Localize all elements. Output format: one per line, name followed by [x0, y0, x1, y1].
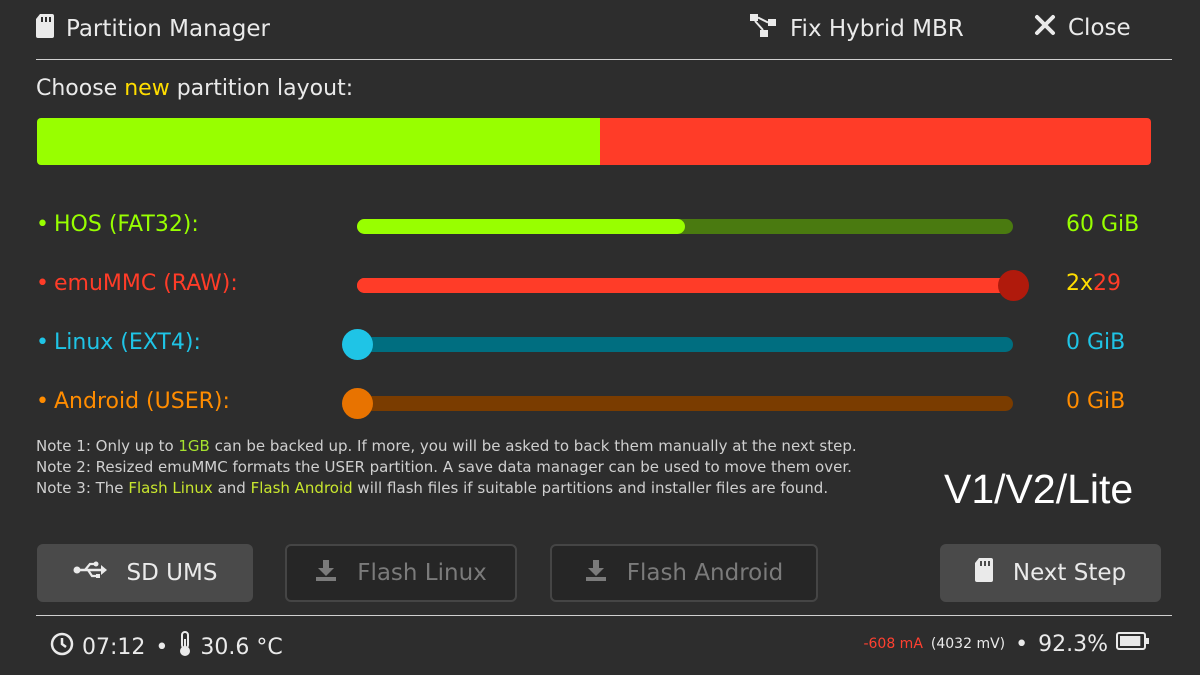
hierarchy-icon: [750, 14, 778, 44]
emummc-slider-fill: [357, 278, 1013, 293]
note-1-highlight: 1GB: [178, 437, 210, 455]
fix-hybrid-mbr-label: Fix Hybrid MBR: [790, 16, 964, 42]
partition-label-android: • Android (USER):: [36, 389, 230, 414]
note-3: Note 3: The Flash Linux and Flash Androi…: [36, 478, 857, 499]
partition-manager-screen: Partition Manager Fix Hybrid MBR Close C…: [0, 0, 1200, 675]
android-size-slider[interactable]: [342, 388, 1013, 419]
linux-size-value: 0 GiB: [1066, 330, 1126, 355]
sd-card-icon: [36, 14, 54, 44]
clock-icon: [50, 632, 74, 662]
partition-label-text: Linux (EXT4):: [54, 330, 201, 355]
usb-icon: [73, 560, 107, 586]
layout-heading: Choose new partition layout:: [36, 76, 353, 101]
hos-size-slider[interactable]: [357, 219, 1013, 234]
flash-android-button[interactable]: Flash Android: [550, 544, 818, 602]
battery-level-fill: [1120, 636, 1141, 646]
hos-size-value: 60 GiB: [1066, 212, 1140, 237]
partition-label-linux: • Linux (EXT4):: [36, 330, 201, 355]
partition-label-hos: • HOS (FAT32):: [36, 212, 199, 237]
note-3-text-c: will flash files if suitable partitions …: [352, 479, 829, 497]
note-3-highlight-linux: Flash Linux: [128, 479, 213, 497]
emummc-size-value: 2x29: [1066, 271, 1121, 296]
next-step-label: Next Step: [1012, 560, 1127, 586]
android-slider-knob[interactable]: [342, 388, 373, 419]
status-right: -608 mA (4032 mV) • 92.3%: [863, 631, 1150, 657]
partition-row-android: • Android (USER): 0 GiB: [0, 383, 1200, 423]
download-icon: [585, 559, 607, 587]
layout-heading-suffix: partition layout:: [169, 76, 354, 101]
linux-size-slider[interactable]: [342, 329, 1013, 360]
partition-label-emummc: • emuMMC (RAW):: [36, 271, 238, 296]
emummc-size-slider[interactable]: [357, 270, 1029, 301]
header-divider: [36, 59, 1172, 60]
android-size-value: 0 GiB: [1066, 389, 1126, 414]
close-icon: [1034, 14, 1056, 42]
time-value: 07:12: [82, 634, 146, 660]
temperature-value: 30.6 °C: [200, 634, 283, 660]
emummc-value-prefix: 2x: [1066, 271, 1094, 296]
note-3-text-b: and: [212, 479, 251, 497]
sd-ums-button[interactable]: SD UMS: [37, 544, 253, 602]
partition-label-text: emuMMC (RAW):: [54, 271, 238, 296]
partition-row-hos: • HOS (FAT32): 60 GiB: [0, 206, 1200, 246]
close-button[interactable]: Close: [1034, 14, 1131, 42]
note-1-text-b: can be backed up. If more, you will be a…: [209, 437, 857, 455]
layout-heading-prefix: Choose: [36, 76, 125, 101]
battery-voltage: (4032 mV): [930, 636, 1006, 652]
partition-layout-bar: [37, 118, 1151, 165]
separator: •: [1015, 631, 1029, 657]
title-area: Partition Manager: [36, 14, 270, 44]
note-2: Note 2: Resized emuMMC formats the USER …: [36, 458, 852, 476]
layout-heading-new: new: [124, 76, 170, 101]
status-bar: 07:12 • 30.6 °C -608 mA (4032 mV) • 92.3…: [0, 620, 1200, 675]
flash-linux-button[interactable]: Flash Linux: [285, 544, 517, 602]
battery-current: -608 mA: [863, 636, 923, 652]
note-1: Note 1: Only up to 1GB can be backed up.…: [36, 436, 857, 457]
fix-hybrid-mbr-button[interactable]: Fix Hybrid MBR: [750, 14, 964, 44]
note-3-text-a: Note 3: The: [36, 479, 129, 497]
hos-slider-fill: [357, 219, 685, 234]
footer-divider: [36, 615, 1172, 616]
battery-percent: 92.3%: [1038, 631, 1108, 657]
emummc-value-number: 29: [1093, 271, 1122, 296]
close-label: Close: [1068, 15, 1131, 41]
sd-card-icon: [974, 558, 993, 588]
partition-label-text: Android (USER):: [54, 389, 230, 414]
separator: •: [155, 634, 169, 660]
sd-ums-label: SD UMS: [126, 560, 218, 586]
emummc-slider-knob[interactable]: [998, 270, 1029, 301]
status-left: 07:12 • 30.6 °C: [50, 631, 283, 663]
flash-android-label: Flash Android: [626, 560, 784, 586]
flash-linux-label: Flash Linux: [357, 560, 487, 586]
note-1-text-a: Note 1: Only up to: [36, 437, 179, 455]
thermometer-icon: [178, 631, 192, 663]
partition-row-emummc: • emuMMC (RAW): 2x29: [0, 265, 1200, 305]
layout-segment-hos: [37, 118, 600, 165]
next-step-button[interactable]: Next Step: [940, 544, 1161, 602]
partition-label-text: HOS (FAT32):: [54, 212, 199, 237]
download-icon: [315, 559, 337, 587]
header: Partition Manager Fix Hybrid MBR Close: [0, 0, 1200, 60]
battery-icon: [1116, 631, 1150, 657]
console-model-label: V1/V2/Lite: [944, 466, 1134, 512]
page-title: Partition Manager: [66, 16, 270, 42]
notes: Note 1: Only up to 1GB can be backed up.…: [36, 436, 857, 499]
layout-segment-emummc: [599, 118, 1151, 165]
partition-row-linux: • Linux (EXT4): 0 GiB: [0, 324, 1200, 364]
note-3-highlight-android: Flash Android: [250, 479, 353, 497]
linux-slider-knob[interactable]: [342, 329, 373, 360]
